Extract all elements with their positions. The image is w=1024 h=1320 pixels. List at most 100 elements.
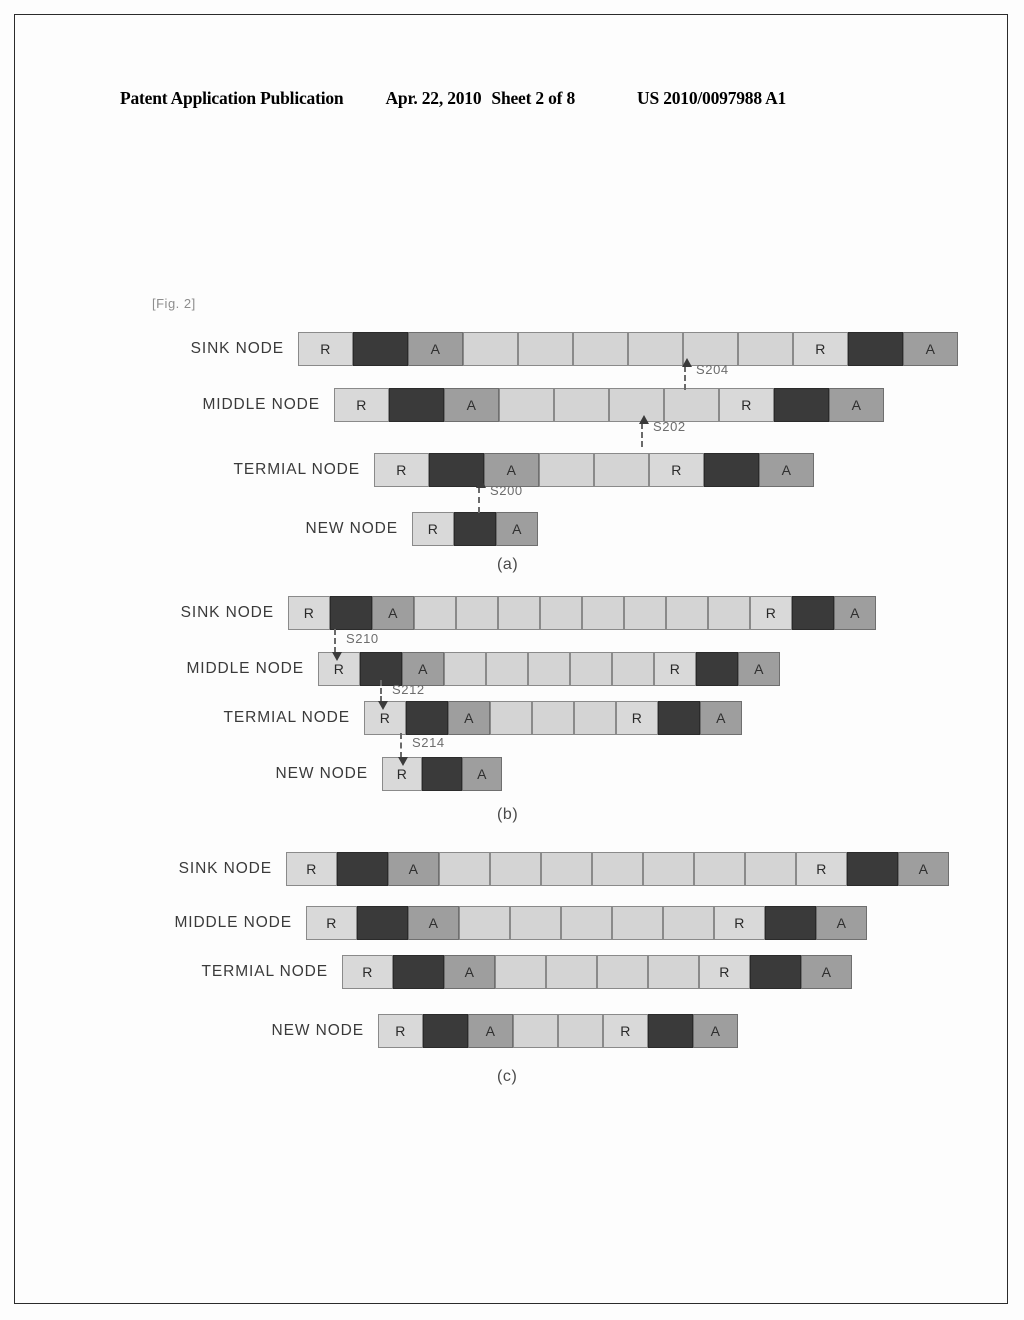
timeslot-dark [337,852,388,886]
block-caption: (a) [497,556,519,573]
timeslot-r: R [750,596,792,630]
timeslot-empty [612,652,654,686]
timeslot-dark [765,906,816,940]
timeslot-a: A [834,596,876,630]
node-timeline-row: TERMIAL NODE R A R A [234,453,814,487]
timeslot-group: RARA [288,596,876,630]
timeslot-empty [597,955,648,989]
node-row-label: TERMIAL NODE [201,963,328,980]
timeslot-dark [774,388,829,422]
timeslot-empty [628,332,683,366]
timeslot-dark [353,332,408,366]
timeslot-empty [540,596,582,630]
timeslot-dark [357,906,408,940]
step-callout-label: S210 [346,631,379,646]
timeslot-empty [561,906,612,940]
timeslot-r: R [342,955,393,989]
timeslot-r: R [286,852,337,886]
timeslot-empty [499,388,554,422]
timeslot-r: R [699,955,750,989]
timeslot-r: R [793,332,848,366]
node-row-label: NEW NODE [305,520,398,537]
timeslot-empty [624,596,666,630]
timeslot-a: A [408,906,459,940]
timeslot-empty [643,852,694,886]
figure-2-drawing: SINK NODE R A R A MIDDLE NODE R A R A TERMIAL NODE… [0,0,1024,1320]
timeslot-empty [609,388,664,422]
timeslot-a: A [898,852,949,886]
node-timeline-row: SINK NODE R A R A [191,332,958,366]
node-timeline-row: SINK NODE R A R A [181,596,876,630]
node-timeline-row: TERMIAL NODE R A R A [202,955,852,989]
timeslot-a: A [693,1014,738,1048]
timeslot-empty [532,701,574,735]
timeslot-r: R [654,652,696,686]
timeslot-empty [582,596,624,630]
timeslot-empty [518,332,573,366]
step-callout-arrow: S212 [378,680,424,710]
timeslot-dark [848,332,903,366]
timeslot-dark [389,388,444,422]
timeslot-a: A [759,453,814,487]
timeslot-a: A [484,453,539,487]
timeslot-empty [495,955,546,989]
timeslot-dark [422,757,462,791]
timeslot-empty [612,906,663,940]
timeslot-group: RARA [374,453,814,487]
arrow-head-icon [332,652,342,661]
timeslot-r: R [298,332,353,366]
timeslot-empty [573,332,628,366]
timeslot-r: R [603,1014,648,1048]
node-timeline-row: NEW NODE R A R A [272,1014,738,1048]
timeslot-empty [456,596,498,630]
arrow-head-icon [476,479,486,488]
timeslot-a: A [738,652,780,686]
timeslot-dark [406,701,448,735]
timeslot-a: A [700,701,742,735]
timeslot-empty [554,388,609,422]
timeslot-a: A [408,332,463,366]
timeslot-group: RARA [364,701,742,735]
timeslot-dark [847,852,898,886]
timeslot-empty [444,652,486,686]
node-row-label: NEW NODE [271,1022,364,1039]
arrow-head-icon [682,358,692,367]
timeslot-dark [658,701,700,735]
timeslot-empty [708,596,750,630]
timeslot-r: R [412,512,454,546]
timeslot-a: A [816,906,867,940]
node-row-label: MIDDLE NODE [202,396,320,413]
node-timeline-row: TERMIAL NODE R A R A [224,701,742,735]
timeslot-dark [696,652,738,686]
timeslot-empty [510,906,561,940]
step-callout-arrow: S210 [332,629,378,661]
timeslot-empty [459,906,510,940]
timeslot-empty [463,332,518,366]
timeslot-r: R [288,596,330,630]
node-timeline-row: SINK NODE R A R A [179,852,949,886]
node-timeline-row: MIDDLE NODE R A R A [202,388,884,422]
timeslot-empty [738,332,793,366]
timeslot-r: R [374,453,429,487]
step-callout-label: S212 [392,682,425,697]
step-callout-label: S204 [696,362,729,377]
timeslot-group: RARA [318,652,780,686]
block-caption: (c) [497,1068,518,1085]
timeslot-empty [541,852,592,886]
node-timeline-row: MIDDLE NODE R A R A [174,906,867,940]
node-row-label: SINK NODE [178,860,272,877]
step-callout-arrow: S214 [398,733,444,766]
step-callout-label: S202 [653,419,686,434]
timeslot-r: R [334,388,389,422]
timeslot-empty [592,852,643,886]
timeslot-empty [490,701,532,735]
timeslot-dark [792,596,834,630]
timeslot-r: R [306,906,357,940]
timeslot-group: RARA [334,388,884,422]
timeslot-empty [663,906,714,940]
timeslot-dark [393,955,444,989]
step-callout-label: S214 [412,735,445,750]
timeslot-dark [750,955,801,989]
timeslot-empty [513,1014,558,1048]
timeslot-a: A [496,512,538,546]
